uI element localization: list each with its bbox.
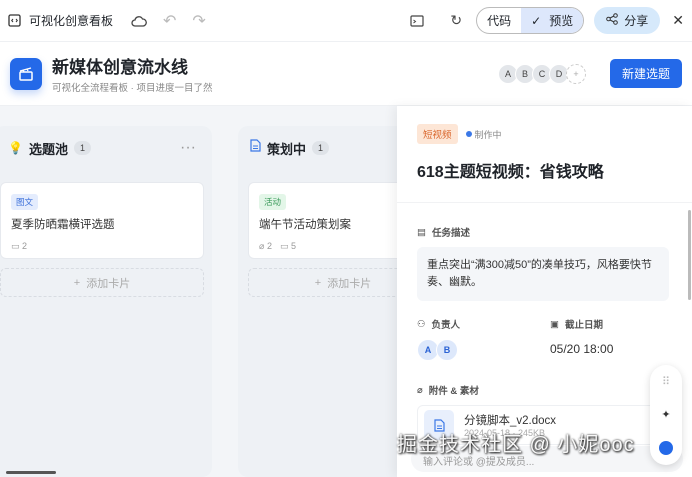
card-tag: 活动 — [259, 194, 287, 210]
plus-icon: + — [314, 276, 322, 289]
card-title: 夏季防晒霜横评选题 — [11, 219, 115, 231]
document-icon: ▤ — [417, 226, 426, 238]
check-icon: ✓ — [531, 13, 542, 28]
status-badge: 制作中 — [465, 128, 502, 141]
task-card[interactable]: 图文 夏季防晒霜横评选题 ▭ 2 — [0, 182, 204, 259]
page-subtitle: 可视化全流程看板 · 项目进度一目了然 — [52, 83, 213, 94]
card-tag: 图文 — [11, 194, 39, 210]
view-toggle: 代码 ✓ 预览 — [476, 7, 585, 34]
watermark: 掘金技术社区 @ 小妮ooc — [397, 434, 635, 456]
redo-icon[interactable]: ↷ — [192, 11, 205, 31]
attach-label: 附件 & 素材 — [428, 386, 479, 397]
status-label: 制作中 — [474, 129, 502, 140]
page-title: 新媒体创意流水线 — [52, 58, 188, 77]
add-card-button[interactable]: + 添加卡片 — [0, 268, 204, 297]
undo-icon[interactable]: ↶ — [163, 11, 176, 31]
horizontal-scrollbar[interactable] — [6, 471, 56, 474]
share-button[interactable]: 分享 — [594, 7, 661, 34]
comment-icon: ▭ — [279, 241, 289, 251]
drag-handle-icon[interactable]: ⠿ — [662, 375, 670, 388]
file-name: 分镜脚本_v2.docx — [464, 415, 557, 427]
task-title: 618主题短视频：省钱攻略 — [417, 164, 604, 181]
calendar-icon: ▣ — [550, 318, 559, 330]
comment-count: 2 — [22, 241, 28, 251]
count-badge: 1 — [73, 141, 91, 155]
avatar[interactable]: B — [436, 339, 458, 361]
clapperboard-icon — [10, 57, 42, 90]
share-label: 分享 — [624, 14, 649, 28]
comment-count: 5 — [290, 241, 296, 251]
add-member-button[interactable]: + — [565, 63, 586, 84]
comment-icon: ▭ — [11, 241, 20, 251]
preview-tab[interactable]: ✓ 预览 — [521, 8, 584, 33]
column-title: 选题池 — [28, 141, 68, 157]
owner-label: 负责人 — [431, 320, 461, 331]
new-topic-button[interactable]: 新建选题 — [609, 59, 682, 88]
lightbulb-icon: 💡 — [8, 141, 23, 155]
preview-label: 预览 — [549, 14, 574, 28]
count-badge: 1 — [312, 141, 330, 155]
task-detail-panel: 短视频 制作中 618主题短视频：省钱攻略 ▤ 任务描述 重点突出“满300减50… — [397, 106, 692, 477]
task-description[interactable]: 重点突出“满300减50”的凑单技巧，风格要快节奏、幽默。 — [417, 247, 669, 301]
plus-icon: + — [73, 276, 81, 289]
column-title: 策划中 — [267, 141, 307, 157]
refresh-icon[interactable]: ↻ — [450, 12, 462, 29]
document-icon — [250, 139, 261, 157]
code-window-icon — [8, 14, 21, 27]
attachment-count: 2 — [266, 241, 272, 251]
status-dot-icon — [465, 131, 472, 137]
terminal-icon[interactable] — [410, 14, 425, 27]
kanban-board: 💡 选题池 1 ··· 图文 夏季防晒霜横评选题 ▭ 2 + 添加卡片 策划中 1… — [0, 106, 438, 477]
sparkle-icon[interactable]: ✦ — [661, 408, 670, 421]
member-avatars: A B C D + — [497, 63, 586, 84]
page-header: 新媒体创意流水线 可视化全流程看板 · 项目进度一目了然 A B C D + 新… — [0, 42, 692, 106]
add-card-label: 添加卡片 — [86, 277, 131, 290]
paperclip-icon: ⌀ — [259, 241, 265, 251]
desc-label: 任务描述 — [431, 228, 470, 239]
code-tab[interactable]: 代码 — [477, 8, 521, 33]
panel-scrollbar[interactable] — [688, 210, 691, 300]
close-icon[interactable]: ✕ — [672, 12, 684, 29]
more-icon[interactable]: ··· — [180, 139, 196, 157]
app-title: 可视化创意看板 — [29, 14, 114, 28]
send-button[interactable] — [659, 441, 673, 455]
paperclip-icon: ⌀ — [417, 384, 423, 396]
floating-toolbar: ⠿ ✦ — [650, 365, 682, 465]
share-icon — [606, 13, 619, 28]
user-icon: ⚇ — [417, 318, 426, 330]
due-date: 05/20 18:00 — [550, 342, 614, 356]
top-bar: 可视化创意看板 ↶ ↷ ↻ 代码 ✓ 预览 分享 ✕ — [0, 0, 692, 42]
add-card-label: 添加卡片 — [327, 277, 372, 290]
type-tag: 短视频 — [417, 124, 458, 144]
column-topic-pool: 💡 选题池 1 ··· 图文 夏季防晒霜横评选题 ▭ 2 + 添加卡片 — [0, 126, 212, 477]
due-label: 截止日期 — [564, 320, 603, 331]
cloud-icon[interactable] — [131, 15, 147, 27]
